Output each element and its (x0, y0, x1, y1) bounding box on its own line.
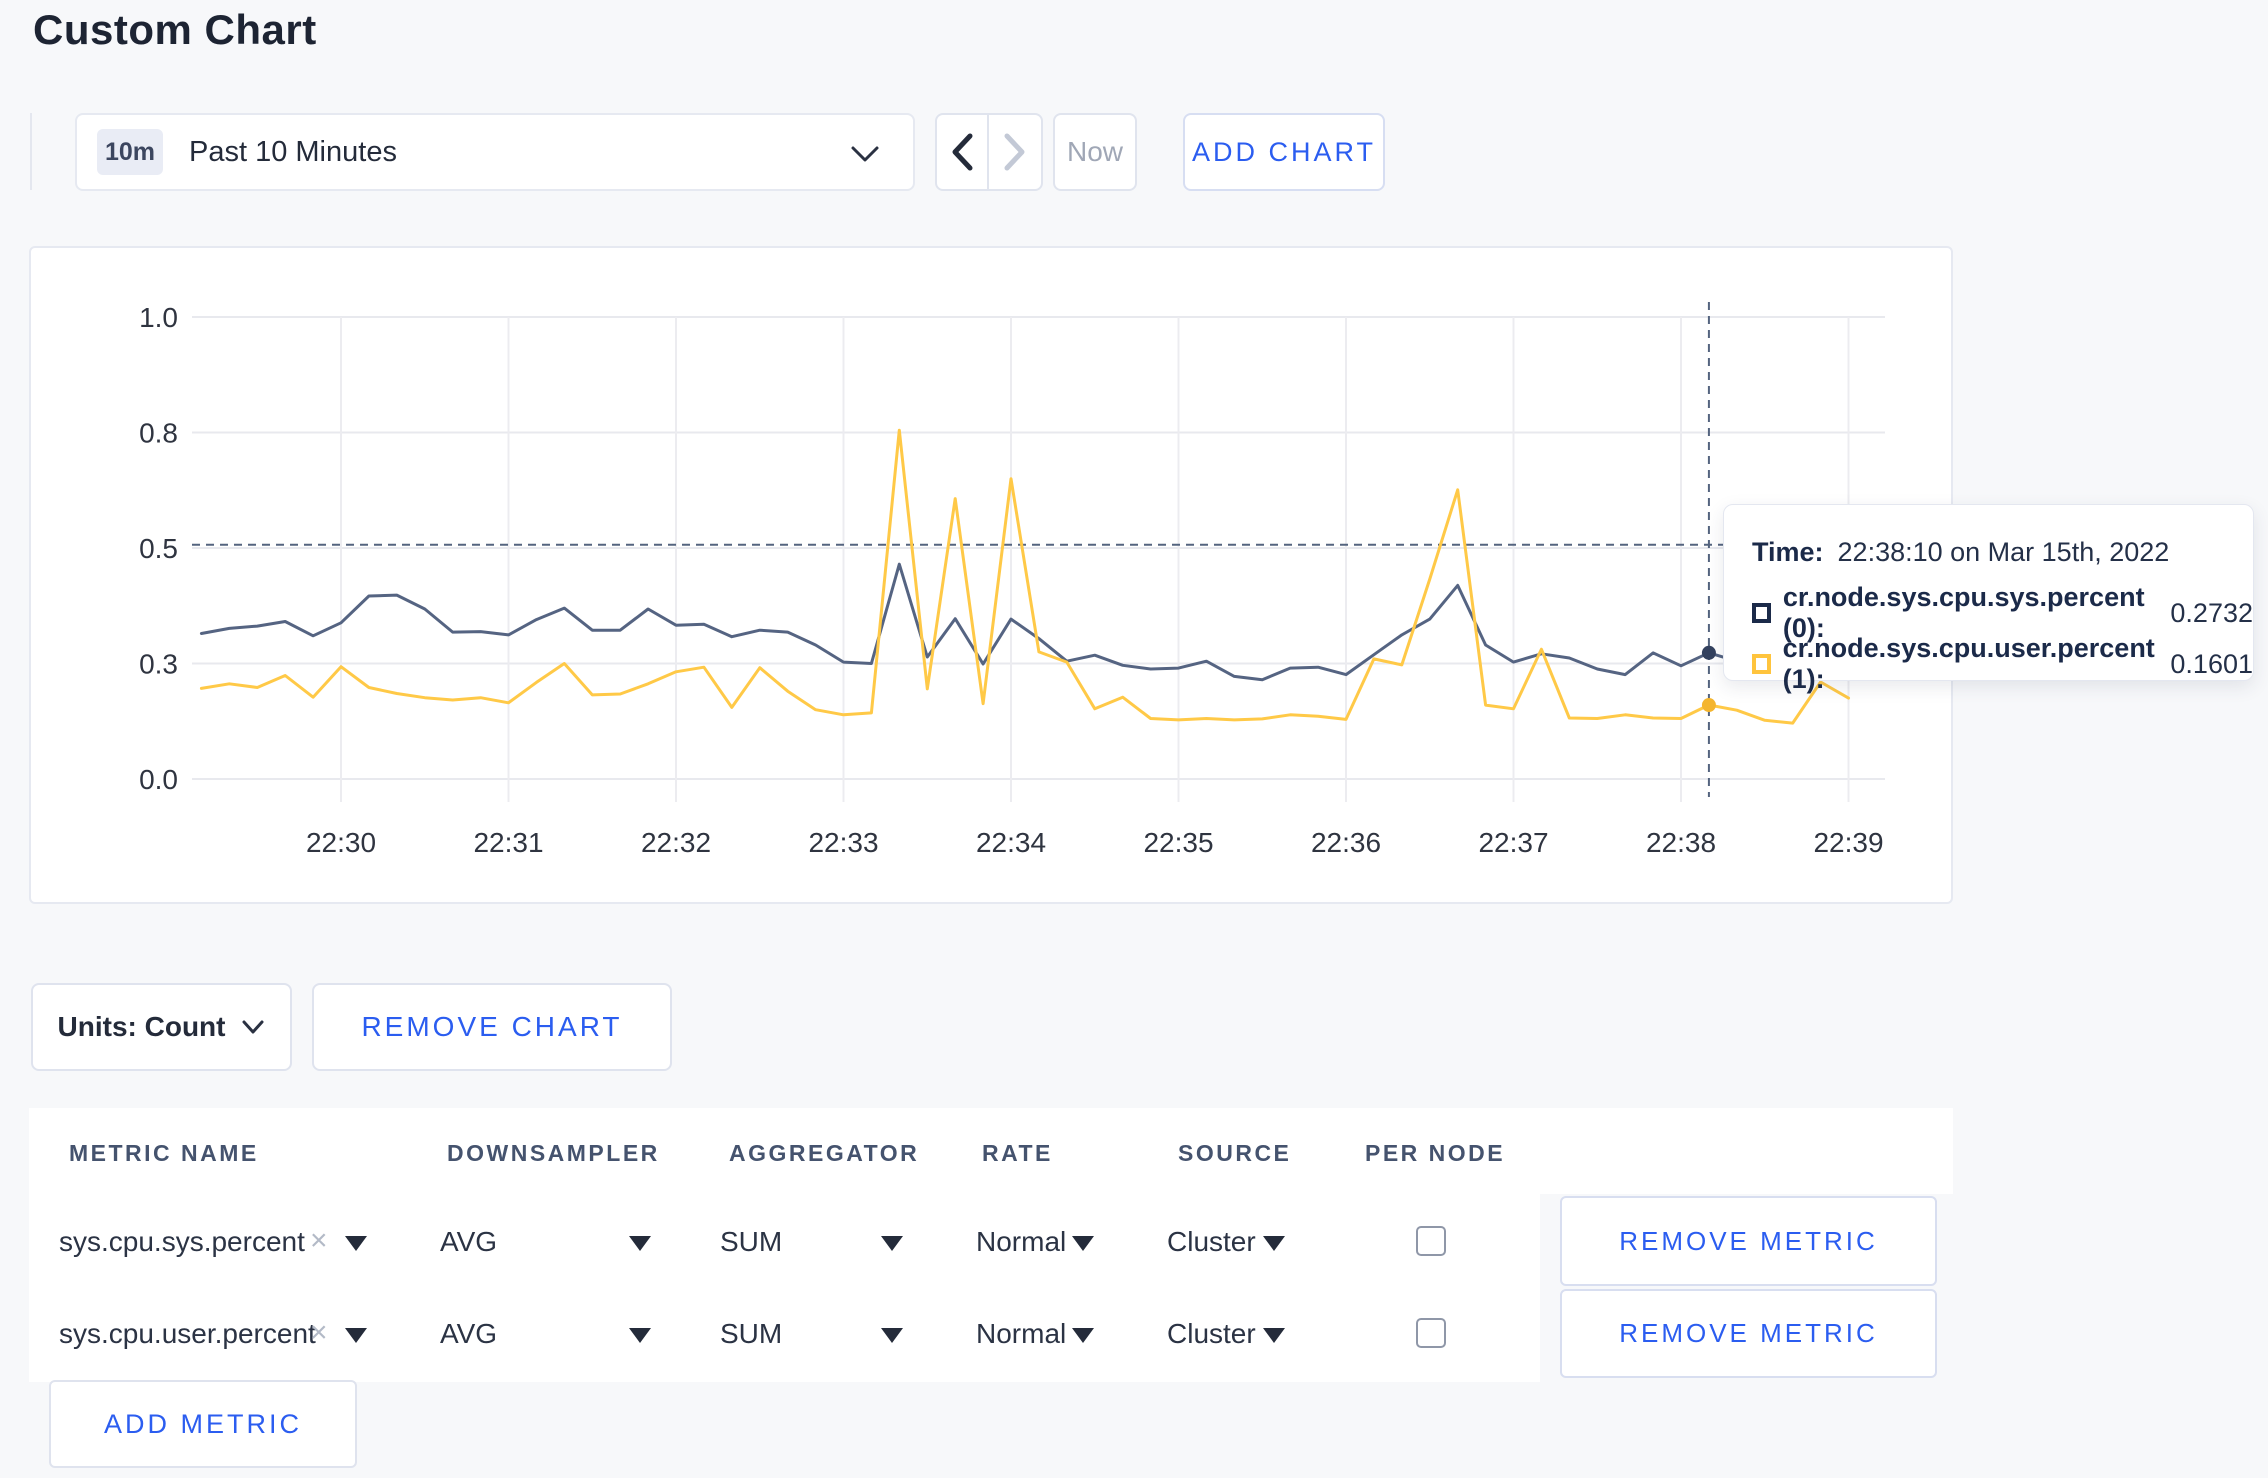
rate-select[interactable]: Normal (976, 1226, 1066, 1258)
downsampler-select[interactable]: AVG (440, 1318, 497, 1350)
svg-text:22:35: 22:35 (1143, 827, 1213, 858)
clear-metric-icon[interactable]: × (310, 1316, 328, 1350)
custom-chart-page: Custom Chart 10m Past 10 Minutes Now ADD… (0, 0, 2268, 1478)
svg-text:0.5: 0.5 (139, 533, 178, 564)
source-dropdown-arrow-icon[interactable] (1263, 1236, 1285, 1251)
col-header-per-node: PER NODE (1365, 1140, 1506, 1166)
tooltip-series-row: cr.node.sys.cpu.sys.percent (0): 0.2732 (1752, 582, 2253, 643)
aggregator-select[interactable]: SUM (720, 1226, 782, 1258)
svg-text:22:37: 22:37 (1478, 827, 1548, 858)
metric-name-select[interactable]: sys.cpu.sys.percent (59, 1226, 305, 1258)
rate-dropdown-arrow-icon[interactable] (1072, 1236, 1094, 1251)
svg-text:22:38: 22:38 (1646, 827, 1716, 858)
source-select[interactable]: Cluster (1167, 1318, 1256, 1350)
time-step-control (935, 113, 1043, 191)
add-metric-button[interactable]: ADD METRIC (49, 1380, 357, 1468)
col-header-aggregator: AGGREGATOR (729, 1140, 920, 1166)
col-header-rate: RATE (982, 1140, 1053, 1166)
remove-chart-button[interactable]: REMOVE CHART (312, 983, 672, 1071)
aggregator-dropdown-arrow-icon[interactable] (881, 1328, 903, 1343)
aggregator-select[interactable]: SUM (720, 1318, 782, 1350)
col-header-downsampler: DOWNSAMPLER (447, 1140, 660, 1166)
source-select[interactable]: Cluster (1167, 1226, 1256, 1258)
next-interval-button[interactable] (989, 115, 1041, 189)
time-range-label: Past 10 Minutes (189, 135, 397, 168)
per-node-checkbox[interactable] (1416, 1226, 1446, 1256)
units-label: Units: Count (57, 1011, 226, 1042)
tooltip-time-label: Time: (1752, 536, 1824, 567)
tooltip-series-row: cr.node.sys.cpu.user.percent (1): 0.1601 (1752, 633, 2253, 694)
prev-interval-button[interactable] (937, 115, 989, 189)
timeseries-chart[interactable]: 1.0 0.8 0.5 0.3 0.0 22:30 22:31 22:32 22:33 22:34… (31, 248, 1951, 902)
rate-select[interactable]: Normal (976, 1318, 1066, 1350)
tooltip-series-value: 0.1601 (2170, 648, 2253, 679)
col-header-metric-name: METRIC NAME (69, 1140, 259, 1166)
tooltip-time-row: Time: 22:38:10 on Mar 15th, 2022 (1752, 537, 2169, 567)
aggregator-dropdown-arrow-icon[interactable] (881, 1236, 903, 1251)
units-select[interactable]: Units: Count (31, 983, 292, 1071)
svg-text:22:30: 22:30 (306, 827, 376, 858)
per-node-checkbox[interactable] (1416, 1318, 1446, 1348)
time-range-badge: 10m (97, 129, 163, 175)
divider (30, 113, 32, 190)
source-dropdown-arrow-icon[interactable] (1263, 1328, 1285, 1343)
page-title: Custom Chart (33, 6, 317, 53)
metric-dropdown-arrow-icon[interactable] (345, 1328, 367, 1343)
sys-series-swatch-icon (1752, 603, 1771, 623)
remove-metric-button[interactable]: REMOVE METRIC (1560, 1289, 1937, 1378)
svg-text:22:39: 22:39 (1813, 827, 1883, 858)
metric-name-select[interactable]: sys.cpu.user.percent (59, 1318, 316, 1350)
now-button[interactable]: Now (1053, 113, 1137, 191)
svg-text:22:31: 22:31 (473, 827, 543, 858)
remove-metric-button[interactable]: REMOVE METRIC (1560, 1196, 1937, 1286)
chevron-down-icon (849, 143, 881, 165)
time-range-select[interactable]: 10m Past 10 Minutes (75, 113, 915, 191)
svg-text:0.0: 0.0 (139, 764, 178, 795)
col-header-source: SOURCE (1178, 1140, 1292, 1166)
chevron-right-icon (1004, 133, 1025, 171)
svg-text:22:36: 22:36 (1311, 827, 1381, 858)
metrics-table-body (29, 1194, 1540, 1382)
downsampler-dropdown-arrow-icon[interactable] (629, 1236, 651, 1251)
tooltip-series-label: cr.node.sys.cpu.user.percent (1): (1782, 633, 2155, 694)
chart-tooltip: Time: 22:38:10 on Mar 15th, 2022 cr.node… (1723, 504, 2254, 694)
metric-dropdown-arrow-icon[interactable] (345, 1236, 367, 1251)
add-chart-button[interactable]: ADD CHART (1183, 113, 1385, 191)
rate-dropdown-arrow-icon[interactable] (1072, 1328, 1094, 1343)
chart-panel[interactable]: 1.0 0.8 0.5 0.3 0.0 22:30 22:31 22:32 22:33 22:34… (29, 246, 1953, 904)
svg-text:22:33: 22:33 (808, 827, 878, 858)
clear-metric-icon[interactable]: × (310, 1224, 328, 1258)
downsampler-dropdown-arrow-icon[interactable] (629, 1328, 651, 1343)
tooltip-series-value: 0.2732 (2170, 597, 2253, 628)
user-series-swatch-icon (1752, 654, 1771, 674)
chevron-down-icon (242, 1020, 264, 1034)
svg-text:0.3: 0.3 (139, 649, 178, 680)
downsampler-select[interactable]: AVG (440, 1226, 497, 1258)
svg-text:22:32: 22:32 (641, 827, 711, 858)
chevron-left-icon (952, 133, 973, 171)
svg-text:1.0: 1.0 (139, 302, 178, 333)
svg-text:0.8: 0.8 (139, 418, 178, 449)
svg-text:22:34: 22:34 (976, 827, 1046, 858)
tooltip-time-value: 22:38:10 on Mar 15th, 2022 (1837, 536, 2170, 567)
